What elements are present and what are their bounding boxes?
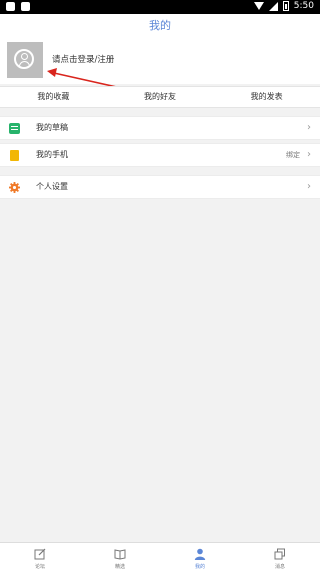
- nav-label: 精选: [114, 564, 125, 570]
- status-notifications: [6, 2, 30, 11]
- bind-status: 绑定: [286, 151, 300, 159]
- chevron-right-icon: ›: [307, 149, 311, 160]
- menu-item-label: 个人设置: [36, 182, 68, 191]
- wifi-icon: [253, 2, 264, 10]
- menu-item-label: 我的草稿: [36, 123, 68, 132]
- profile-tabs: 我的收藏 我的好友 我的发表: [0, 86, 320, 108]
- nav-label: 论坛: [34, 564, 45, 570]
- battery-icon: [282, 1, 289, 11]
- status-time: 5:50: [293, 1, 314, 11]
- login-register-link[interactable]: 请点击登录/注册: [52, 53, 114, 65]
- notification-icon: [21, 2, 30, 11]
- shield-icon: [6, 2, 15, 11]
- menu-item-label: 我的手机: [36, 150, 68, 159]
- tab-favorites[interactable]: 我的收藏: [0, 87, 107, 107]
- edit-icon: [34, 548, 46, 560]
- avatar[interactable]: [7, 42, 43, 78]
- nav-label: 我的: [194, 564, 205, 570]
- menu-item-drafts[interactable]: 我的草稿 ›: [0, 116, 320, 140]
- copy-icon: [274, 548, 285, 560]
- profile-header[interactable]: 请点击登录/注册: [0, 36, 320, 84]
- title-bar: 我的: [0, 14, 320, 36]
- tab-friends[interactable]: 我的好友: [107, 87, 214, 107]
- avatar-head: [21, 53, 28, 60]
- avatar-shoulder: [19, 61, 30, 67]
- bottom-nav: 论坛 精选 我的 消息: [0, 542, 320, 571]
- user-icon: [194, 548, 206, 560]
- status-bar: 5:50: [0, 0, 320, 14]
- menu-item-settings[interactable]: 个人设置 ›: [0, 175, 320, 199]
- phone-icon: [10, 150, 19, 161]
- signal-icon: [268, 1, 278, 11]
- chevron-right-icon: ›: [307, 181, 311, 192]
- nav-label: 消息: [274, 564, 285, 570]
- gear-icon: [9, 182, 20, 193]
- tab-posts[interactable]: 我的发表: [213, 87, 320, 107]
- status-indicators: 5:50: [253, 1, 314, 11]
- nav-forum[interactable]: 论坛: [0, 543, 80, 571]
- nav-featured[interactable]: 精选: [80, 543, 160, 571]
- nav-mine[interactable]: 我的: [160, 543, 240, 571]
- draft-icon: [9, 123, 20, 134]
- book-icon: [114, 549, 126, 560]
- nav-messages[interactable]: 消息: [240, 543, 320, 571]
- menu-item-phone[interactable]: 我的手机 绑定 ›: [0, 143, 320, 167]
- chevron-right-icon: ›: [307, 122, 311, 133]
- page-title: 我的: [149, 19, 171, 32]
